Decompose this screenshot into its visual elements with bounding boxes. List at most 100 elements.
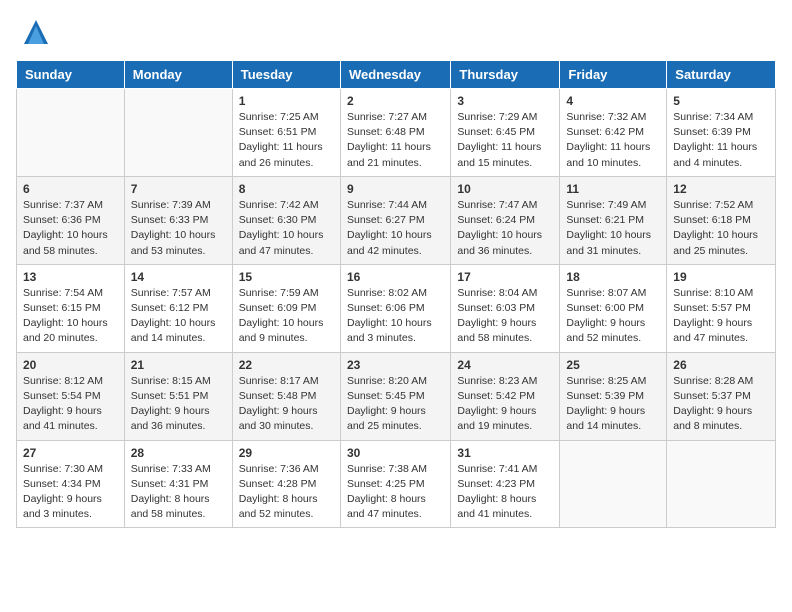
day-number: 26 <box>673 358 769 372</box>
day-info: Sunrise: 7:33 AM Sunset: 4:31 PM Dayligh… <box>131 462 226 523</box>
day-info: Sunrise: 7:34 AM Sunset: 6:39 PM Dayligh… <box>673 110 769 171</box>
calendar-cell: 10 Sunrise: 7:47 AM Sunset: 6:24 PM Dayli… <box>451 176 560 264</box>
day-number: 16 <box>347 270 444 284</box>
calendar-week-row: 27Sunrise: 7:30 AM Sunset: 4:34 PM Dayli… <box>17 440 776 528</box>
day-info: Sunrise: 7:47 AM Sunset: 6:24 PM Dayligh… <box>457 198 553 259</box>
header-thursday: Thursday <box>451 61 560 89</box>
day-number: 12 <box>673 182 769 196</box>
day-info: Sunrise: 7:27 AM Sunset: 6:48 PM Dayligh… <box>347 110 444 171</box>
day-info: Sunrise: 7:29 AM Sunset: 6:45 PM Dayligh… <box>457 110 553 171</box>
day-info: Sunrise: 7:41 AM Sunset: 4:23 PM Dayligh… <box>457 462 553 523</box>
header-sunday: Sunday <box>17 61 125 89</box>
calendar-cell: 13 Sunrise: 7:54 AM Sunset: 6:15 PM Dayli… <box>17 264 125 352</box>
calendar-cell: 31 Sunrise: 7:41 AM Sunset: 4:23 PM Dayli… <box>451 440 560 528</box>
day-number: 11 <box>566 182 660 196</box>
calendar-cell: 16 Sunrise: 8:02 AM Sunset: 6:06 PM Dayli… <box>340 264 450 352</box>
day-info: Sunrise: 8:28 AM Sunset: 5:37 PM Dayligh… <box>673 374 769 435</box>
day-info: Sunrise: 8:07 AM Sunset: 6:00 PM Dayligh… <box>566 286 660 347</box>
calendar-cell <box>560 440 667 528</box>
day-number: 22 <box>239 358 334 372</box>
day-info: Sunrise: 7:36 AM Sunset: 4:28 PM Dayligh… <box>239 462 334 523</box>
day-info: Sunrise: 8:12 AM Sunset: 5:54 PM Dayligh… <box>23 374 118 435</box>
day-number: 21 <box>131 358 226 372</box>
calendar-cell: 5 Sunrise: 7:34 AM Sunset: 6:39 PM Daylig… <box>667 89 776 177</box>
day-info: Sunrise: 8:04 AM Sunset: 6:03 PM Dayligh… <box>457 286 553 347</box>
logo <box>16 16 52 48</box>
day-number: 27 <box>23 446 118 460</box>
calendar-cell: 21 Sunrise: 8:15 AM Sunset: 5:51 PM Dayli… <box>124 352 232 440</box>
calendar-cell: 18Sunrise: 8:07 AM Sunset: 6:00 PM Dayli… <box>560 264 667 352</box>
calendar-cell: 7 Sunrise: 7:39 AM Sunset: 6:33 PM Daylig… <box>124 176 232 264</box>
calendar-cell: 24 Sunrise: 8:23 AM Sunset: 5:42 PM Dayli… <box>451 352 560 440</box>
calendar-cell: 15Sunrise: 7:59 AM Sunset: 6:09 PM Dayli… <box>232 264 340 352</box>
day-number: 17 <box>457 270 553 284</box>
calendar-header-row: SundayMondayTuesdayWednesdayThursdayFrid… <box>17 61 776 89</box>
calendar-week-row: 13 Sunrise: 7:54 AM Sunset: 6:15 PM Dayli… <box>17 264 776 352</box>
calendar-cell: 30Sunrise: 7:38 AM Sunset: 4:25 PM Dayli… <box>340 440 450 528</box>
calendar-cell: 6 Sunrise: 7:37 AM Sunset: 6:36 PM Daylig… <box>17 176 125 264</box>
day-info: Sunrise: 7:25 AM Sunset: 6:51 PM Dayligh… <box>239 110 334 171</box>
calendar-cell: 17 Sunrise: 8:04 AM Sunset: 6:03 PM Dayli… <box>451 264 560 352</box>
calendar-cell <box>667 440 776 528</box>
day-number: 24 <box>457 358 553 372</box>
calendar-cell: 12 Sunrise: 7:52 AM Sunset: 6:18 PM Dayli… <box>667 176 776 264</box>
day-info: Sunrise: 7:38 AM Sunset: 4:25 PM Dayligh… <box>347 462 444 523</box>
calendar-cell <box>124 89 232 177</box>
calendar-cell: 25 Sunrise: 8:25 AM Sunset: 5:39 PM Dayli… <box>560 352 667 440</box>
header-friday: Friday <box>560 61 667 89</box>
calendar-week-row: 1 Sunrise: 7:25 AM Sunset: 6:51 PM Daylig… <box>17 89 776 177</box>
day-info: Sunrise: 7:32 AM Sunset: 6:42 PM Dayligh… <box>566 110 660 171</box>
page-header <box>16 16 776 48</box>
day-number: 9 <box>347 182 444 196</box>
day-info: Sunrise: 8:10 AM Sunset: 5:57 PM Dayligh… <box>673 286 769 347</box>
day-number: 2 <box>347 94 444 108</box>
calendar-cell: 3 Sunrise: 7:29 AM Sunset: 6:45 PM Daylig… <box>451 89 560 177</box>
day-number: 28 <box>131 446 226 460</box>
day-info: Sunrise: 7:49 AM Sunset: 6:21 PM Dayligh… <box>566 198 660 259</box>
calendar-cell: 11 Sunrise: 7:49 AM Sunset: 6:21 PM Dayli… <box>560 176 667 264</box>
calendar-cell: 20 Sunrise: 8:12 AM Sunset: 5:54 PM Dayli… <box>17 352 125 440</box>
calendar-cell: 22 Sunrise: 8:17 AM Sunset: 5:48 PM Dayli… <box>232 352 340 440</box>
day-info: Sunrise: 8:02 AM Sunset: 6:06 PM Dayligh… <box>347 286 444 347</box>
day-number: 8 <box>239 182 334 196</box>
calendar-cell <box>17 89 125 177</box>
day-number: 7 <box>131 182 226 196</box>
day-info: Sunrise: 7:54 AM Sunset: 6:15 PM Dayligh… <box>23 286 118 347</box>
calendar-cell: 8 Sunrise: 7:42 AM Sunset: 6:30 PM Daylig… <box>232 176 340 264</box>
day-number: 29 <box>239 446 334 460</box>
calendar-cell: 27Sunrise: 7:30 AM Sunset: 4:34 PM Dayli… <box>17 440 125 528</box>
calendar-cell: 2 Sunrise: 7:27 AM Sunset: 6:48 PM Daylig… <box>340 89 450 177</box>
day-number: 20 <box>23 358 118 372</box>
calendar-cell: 19 Sunrise: 8:10 AM Sunset: 5:57 PM Dayli… <box>667 264 776 352</box>
day-number: 5 <box>673 94 769 108</box>
day-info: Sunrise: 8:15 AM Sunset: 5:51 PM Dayligh… <box>131 374 226 435</box>
day-info: Sunrise: 7:52 AM Sunset: 6:18 PM Dayligh… <box>673 198 769 259</box>
calendar: SundayMondayTuesdayWednesdayThursdayFrid… <box>16 60 776 528</box>
calendar-cell: 1 Sunrise: 7:25 AM Sunset: 6:51 PM Daylig… <box>232 89 340 177</box>
day-number: 6 <box>23 182 118 196</box>
day-info: Sunrise: 7:59 AM Sunset: 6:09 PM Dayligh… <box>239 286 334 347</box>
day-info: Sunrise: 7:44 AM Sunset: 6:27 PM Dayligh… <box>347 198 444 259</box>
day-info: Sunrise: 8:23 AM Sunset: 5:42 PM Dayligh… <box>457 374 553 435</box>
header-tuesday: Tuesday <box>232 61 340 89</box>
day-info: Sunrise: 7:39 AM Sunset: 6:33 PM Dayligh… <box>131 198 226 259</box>
day-number: 13 <box>23 270 118 284</box>
day-number: 19 <box>673 270 769 284</box>
calendar-week-row: 6 Sunrise: 7:37 AM Sunset: 6:36 PM Daylig… <box>17 176 776 264</box>
day-info: Sunrise: 7:42 AM Sunset: 6:30 PM Dayligh… <box>239 198 334 259</box>
day-number: 10 <box>457 182 553 196</box>
day-number: 1 <box>239 94 334 108</box>
day-info: Sunrise: 7:37 AM Sunset: 6:36 PM Dayligh… <box>23 198 118 259</box>
day-number: 31 <box>457 446 553 460</box>
calendar-cell: 14Sunrise: 7:57 AM Sunset: 6:12 PM Dayli… <box>124 264 232 352</box>
day-info: Sunrise: 7:57 AM Sunset: 6:12 PM Dayligh… <box>131 286 226 347</box>
day-number: 3 <box>457 94 553 108</box>
calendar-cell: 9 Sunrise: 7:44 AM Sunset: 6:27 PM Daylig… <box>340 176 450 264</box>
calendar-cell: 29 Sunrise: 7:36 AM Sunset: 4:28 PM Dayli… <box>232 440 340 528</box>
day-info: Sunrise: 8:25 AM Sunset: 5:39 PM Dayligh… <box>566 374 660 435</box>
calendar-cell: 23Sunrise: 8:20 AM Sunset: 5:45 PM Dayli… <box>340 352 450 440</box>
day-number: 25 <box>566 358 660 372</box>
header-wednesday: Wednesday <box>340 61 450 89</box>
day-info: Sunrise: 8:17 AM Sunset: 5:48 PM Dayligh… <box>239 374 334 435</box>
header-monday: Monday <box>124 61 232 89</box>
